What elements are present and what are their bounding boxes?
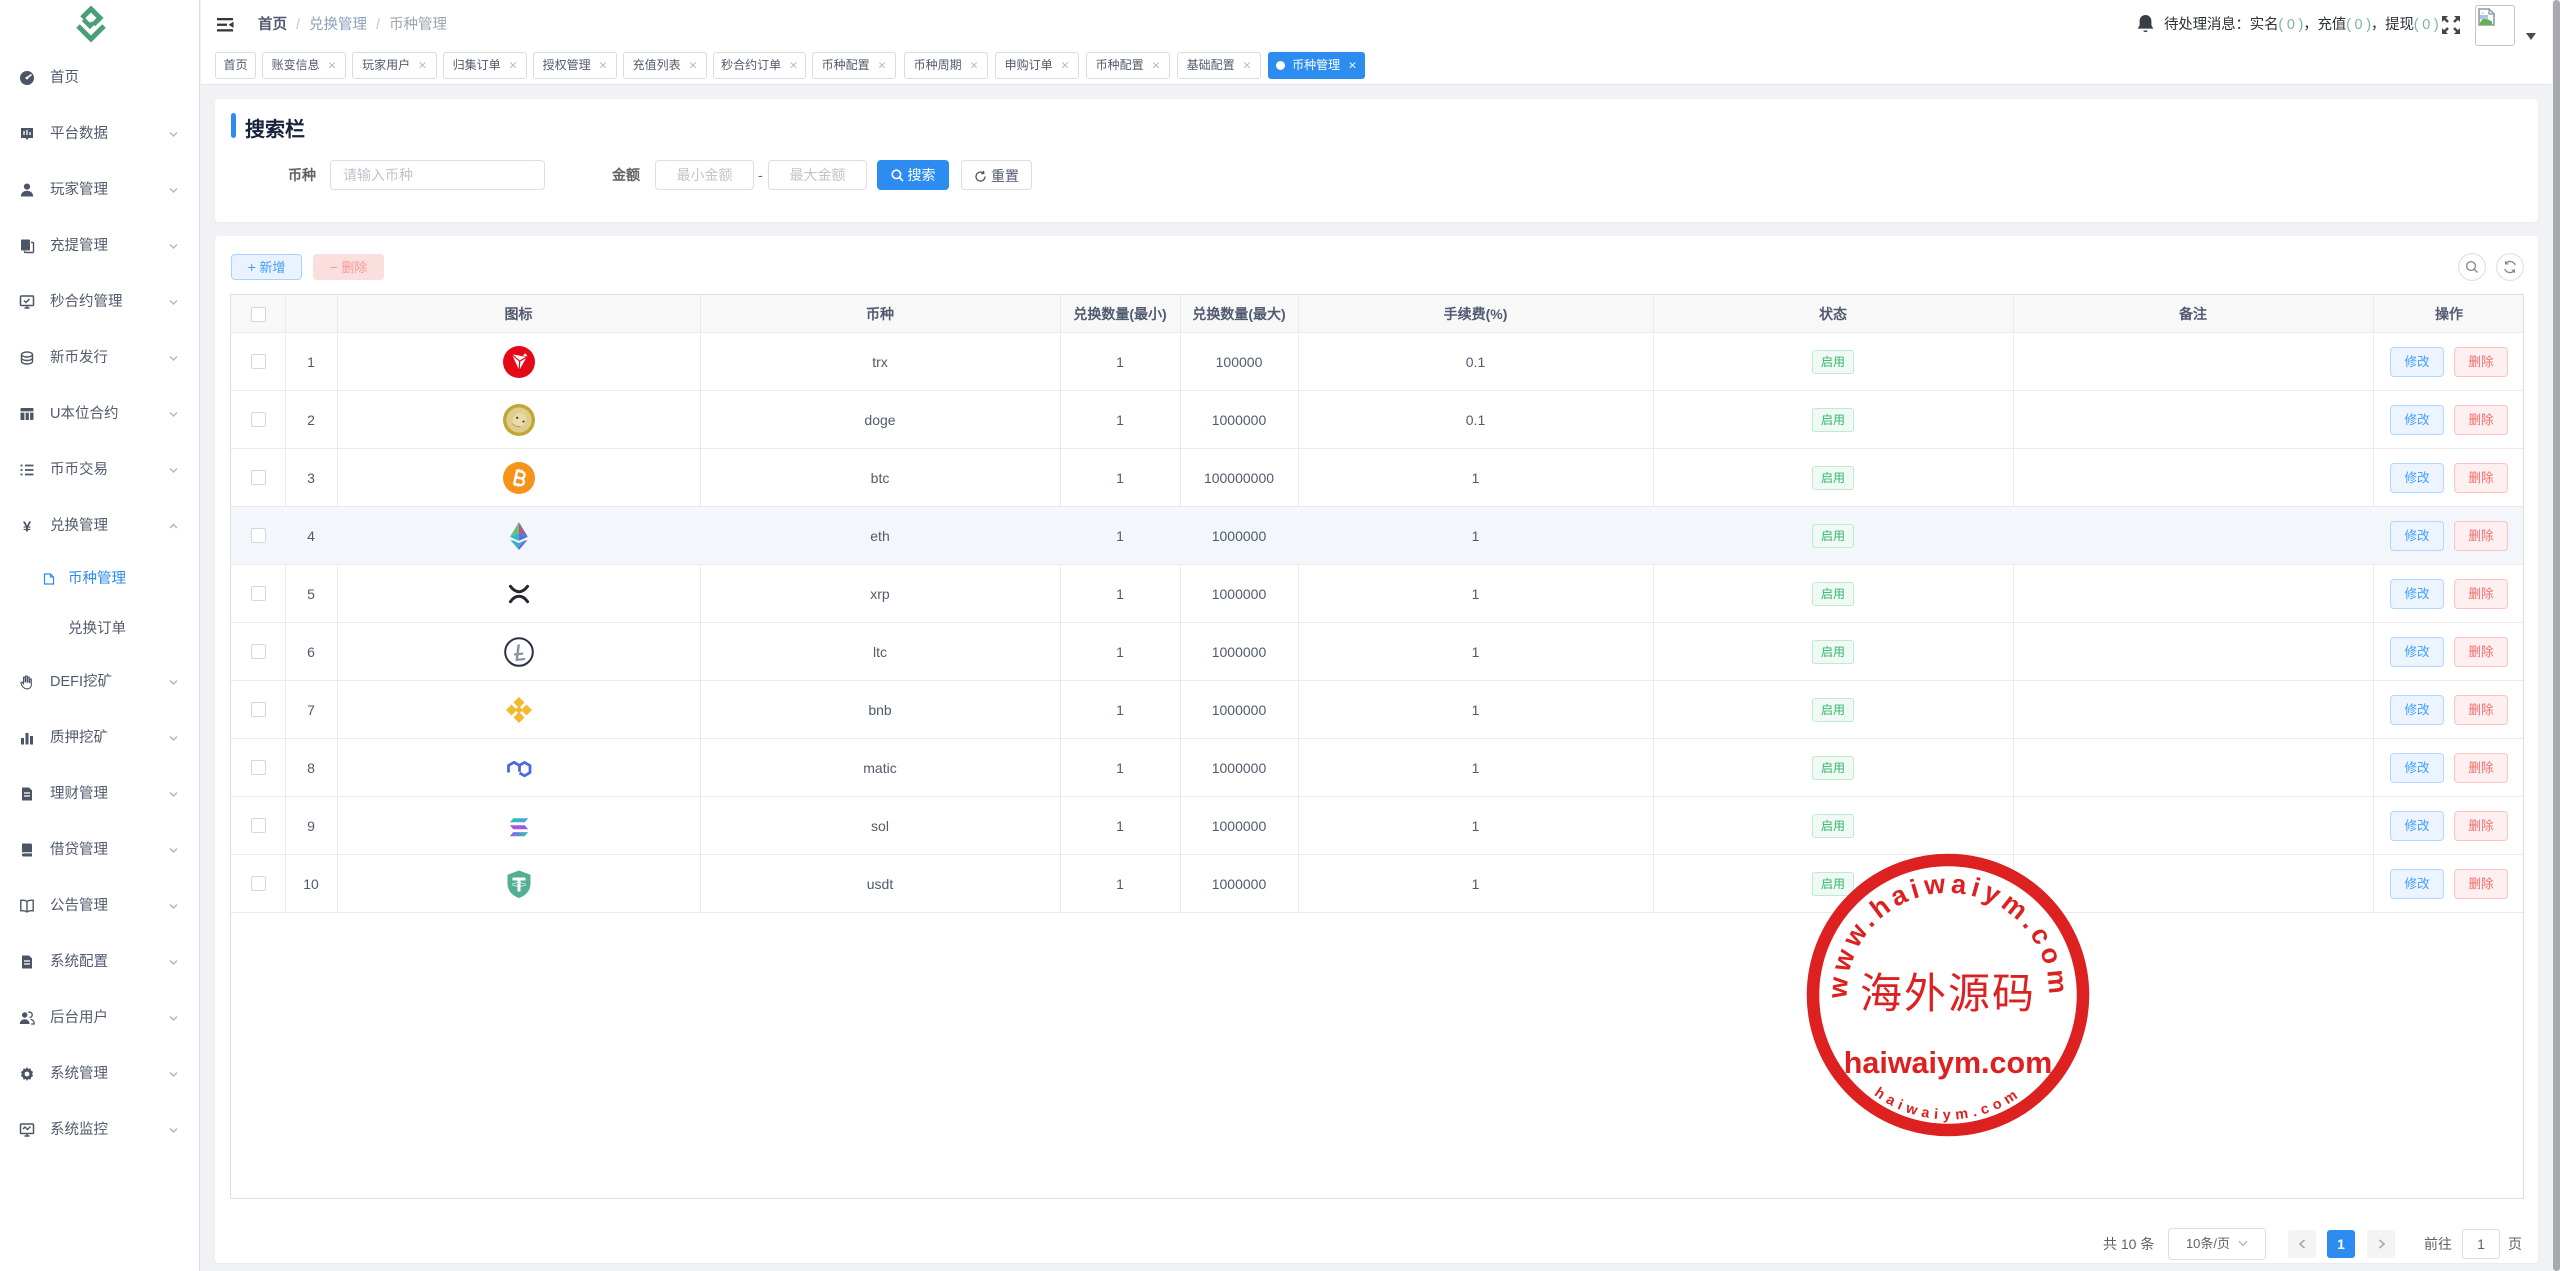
svg-text:haiwaiym.com: haiwaiym.com — [1844, 1046, 2053, 1080]
svg-text:¥: ¥ — [23, 519, 32, 535]
svg-text:海外源码: 海外源码 — [1860, 972, 2036, 1018]
